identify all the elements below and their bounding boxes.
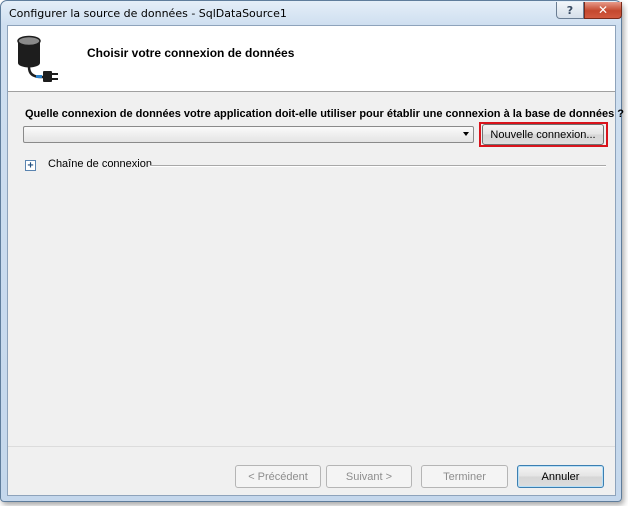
connection-question-label: Quelle connexion de données votre applic… [25,108,625,120]
footer-divider [8,446,615,447]
cancel-button[interactable]: Annuler [517,465,604,488]
chevron-down-icon[interactable] [463,132,469,136]
wizard-header: Choisir votre connexion de données [8,26,615,92]
finish-button[interactable]: Terminer [421,465,508,488]
dialog-window: Configurer la source de données - SqlDat… [0,0,624,502]
close-icon: ✕ [597,3,609,17]
dialog-content: Choisir votre connexion de données Quell… [7,25,624,496]
expand-plus-icon[interactable]: + [25,160,36,171]
next-button[interactable]: Suivant > [326,465,412,488]
help-icon: ? [566,3,574,17]
help-button[interactable]: ? [556,2,584,19]
window-title: Configurer la source de données - SqlDat… [9,7,287,20]
connection-string-label: Chaîne de connexion [48,158,152,170]
title-bar[interactable]: Configurer la source de données - SqlDat… [1,1,622,25]
new-connection-button[interactable]: Nouvelle connexion... [482,124,604,145]
close-button[interactable]: ✕ [584,2,622,19]
database-connection-icon [17,35,58,82]
section-divider [150,165,606,167]
page-title: Choisir votre connexion de données [87,46,295,60]
connection-select[interactable] [23,126,474,143]
previous-button[interactable]: < Précédent [235,465,321,488]
